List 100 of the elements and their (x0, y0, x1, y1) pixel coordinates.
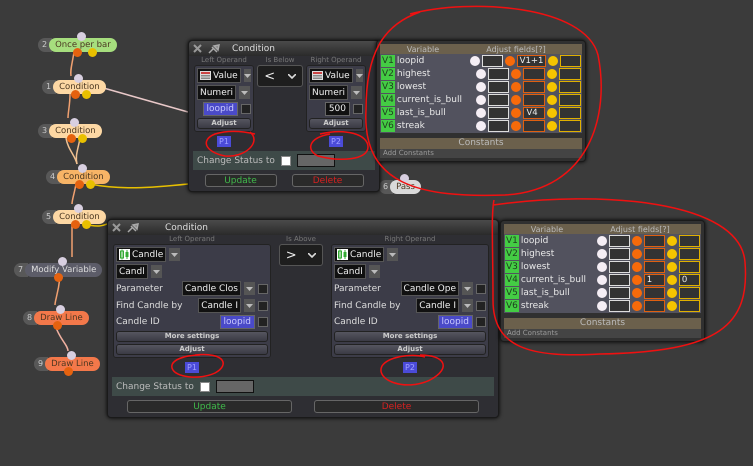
port-dot-icon[interactable] (511, 69, 522, 79)
adjust-field[interactable] (523, 120, 546, 132)
adjust-field[interactable] (559, 94, 582, 106)
input-port-icon[interactable] (58, 257, 68, 266)
dropdown-caret-icon[interactable] (462, 299, 473, 312)
dropdown-caret-icon[interactable] (169, 248, 180, 261)
port-dot-icon[interactable] (596, 288, 607, 298)
option-checkbox[interactable] (476, 284, 486, 294)
adjust-field[interactable] (559, 68, 582, 80)
option-checkbox[interactable] (241, 104, 251, 114)
option-checkbox[interactable] (353, 104, 363, 114)
input-port-icon[interactable] (77, 32, 86, 41)
port-dot-icon[interactable] (666, 262, 677, 272)
input-port-icon[interactable] (70, 118, 79, 127)
adjust-field[interactable] (560, 55, 581, 67)
adjust-field[interactable] (644, 287, 665, 299)
port-dot-icon[interactable] (511, 108, 522, 118)
node-label[interactable]: Condition (53, 80, 106, 94)
adjust-field[interactable]: V4 (523, 107, 546, 119)
port-dot-icon[interactable] (596, 236, 607, 246)
port-dot-icon[interactable] (548, 56, 558, 66)
dropdown-caret-icon[interactable] (350, 86, 362, 99)
source-dropdown[interactable]: Value (309, 68, 353, 83)
port-dot-icon[interactable] (476, 121, 486, 131)
adjust-field[interactable] (559, 107, 582, 119)
adjust-field[interactable]: 1 (644, 274, 665, 286)
operator-dropdown[interactable]: < (257, 65, 303, 87)
port-dot-icon[interactable] (547, 95, 558, 105)
node-label[interactable]: Modify Variable (25, 263, 102, 277)
port-dot-icon[interactable] (511, 121, 522, 131)
port-dot-icon[interactable] (596, 275, 607, 285)
source-dropdown[interactable]: Value (197, 68, 241, 83)
input-port-icon[interactable] (74, 74, 83, 83)
port-dot-icon[interactable] (596, 249, 607, 259)
close-icon[interactable] (112, 223, 121, 232)
port-dot-icon[interactable] (666, 288, 677, 298)
input-port-icon[interactable] (56, 305, 65, 314)
adjust-field[interactable] (678, 287, 700, 299)
parameter-dropdown[interactable]: Candle I (198, 298, 241, 313)
port-dot-icon[interactable] (596, 262, 607, 272)
port-dot-icon[interactable] (632, 236, 642, 246)
port-dot-icon[interactable] (666, 275, 677, 285)
adjust-field[interactable] (678, 248, 700, 260)
port-dot-icon[interactable] (511, 95, 522, 105)
option-checkbox[interactable] (258, 300, 268, 310)
port-dot-icon[interactable] (504, 56, 515, 66)
value-field[interactable]: loopid (438, 315, 473, 329)
update-button[interactable]: Update (127, 400, 292, 413)
input-port-icon[interactable] (74, 204, 83, 213)
adjust-field[interactable]: 0 (678, 274, 700, 286)
port-dot-icon[interactable] (596, 301, 607, 311)
adjust-field[interactable]: V1+1 (516, 55, 546, 67)
port-dot-icon[interactable] (632, 262, 642, 272)
pin-icon[interactable] (208, 44, 220, 54)
adjust-field[interactable] (523, 81, 546, 93)
adjust-field[interactable] (644, 261, 665, 273)
type-dropdown[interactable]: Candl (334, 264, 366, 279)
port-dot-icon[interactable] (666, 249, 677, 259)
adjust-field[interactable] (678, 235, 700, 247)
node-label[interactable]: Draw Line (45, 357, 100, 371)
node-label[interactable]: Once per bar (49, 38, 117, 52)
parameter-dropdown[interactable]: Candle Ope (400, 281, 459, 296)
port-dot-icon[interactable] (632, 249, 642, 259)
value-field[interactable]: 500 (324, 102, 350, 116)
pin-icon[interactable] (127, 222, 139, 232)
option-checkbox[interactable] (476, 317, 486, 327)
adjust-field[interactable] (523, 94, 546, 106)
option-checkbox[interactable] (258, 317, 268, 327)
port-dot-icon[interactable] (476, 95, 486, 105)
dropdown-caret-icon[interactable] (244, 282, 255, 295)
node-label[interactable]: Condition (49, 124, 102, 138)
adjust-field[interactable] (559, 120, 582, 132)
source-dropdown[interactable]: Candle (334, 247, 384, 262)
node-label[interactable]: Draw Line (34, 311, 89, 325)
value-field[interactable]: loopid (202, 102, 238, 116)
port-dot-icon[interactable] (476, 69, 486, 79)
adjust-field[interactable] (559, 81, 582, 93)
port-dot-icon[interactable] (547, 82, 558, 92)
status-checkbox[interactable] (200, 382, 210, 392)
option-checkbox[interactable] (476, 300, 486, 310)
port-dot-icon[interactable] (547, 69, 558, 79)
adjust-field[interactable] (644, 300, 665, 312)
status-checkbox[interactable] (280, 156, 291, 166)
type-dropdown[interactable]: Numeri (309, 85, 348, 100)
port-dot-icon[interactable] (666, 301, 677, 311)
dropdown-caret-icon[interactable] (244, 299, 255, 312)
port-dot-icon[interactable] (470, 56, 480, 66)
port-dot-icon[interactable] (547, 108, 558, 118)
dropdown-caret-icon[interactable] (244, 69, 251, 82)
adjust-field[interactable] (644, 248, 665, 260)
status-field[interactable] (216, 380, 254, 393)
node-label[interactable]: Condition (53, 210, 106, 224)
port-dot-icon[interactable] (666, 236, 677, 246)
port-dot-icon[interactable] (547, 121, 558, 131)
adjust-field[interactable] (678, 300, 700, 312)
value-field[interactable]: loopid (220, 315, 255, 329)
type-dropdown[interactable]: Numeri (197, 85, 236, 100)
port-dot-icon[interactable] (476, 108, 486, 118)
dropdown-caret-icon[interactable] (238, 86, 250, 99)
type-dropdown[interactable]: Candl (116, 264, 148, 279)
